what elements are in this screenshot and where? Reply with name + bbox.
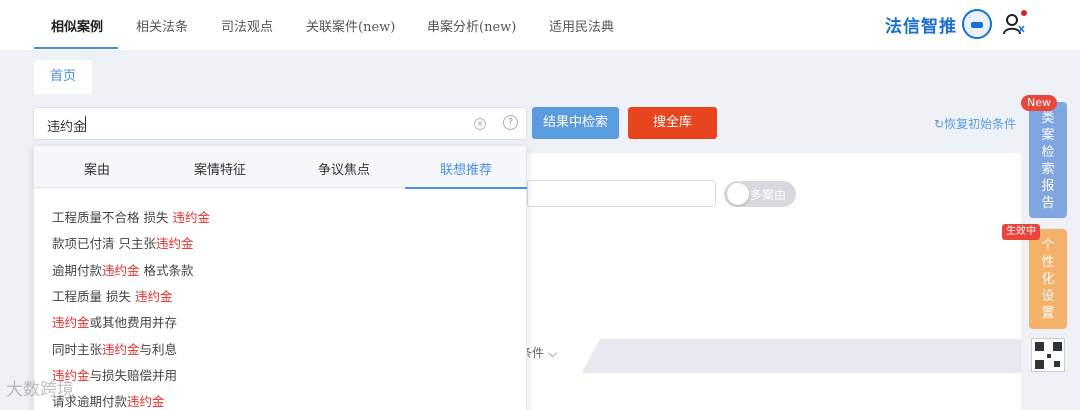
- cause-filter-input[interactable]: [527, 180, 716, 207]
- clear-icon[interactable]: ×: [474, 118, 486, 130]
- chevron-down-icon: ⌵: [547, 346, 557, 360]
- suggestion-text: 款项已付清 只主张: [52, 236, 156, 252]
- dropdown-tab-recommendations[interactable]: 联想推荐: [440, 159, 492, 178]
- case-report-label: 类案检索报告: [1041, 111, 1055, 211]
- suggestion-item[interactable]: 工程质量不合格 损失 违约金: [52, 207, 210, 226]
- nav-tab-related-cases[interactable]: 关联案件(new): [306, 16, 395, 35]
- toggle-knob: [727, 183, 749, 205]
- nav-tab-judicial-views[interactable]: 司法观点: [221, 16, 273, 35]
- suggestion-highlight: 违约金: [155, 236, 194, 252]
- suggestion-dropdown: 案由 案情特征 争议焦点 联想推荐 工程质量不合格 损失 违约金 款项已付清 只主…: [33, 145, 527, 410]
- suggestion-item[interactable]: 同时主张违约金与利息: [52, 339, 177, 358]
- search-input-value: 违约金: [47, 120, 87, 135]
- suggestion-item[interactable]: 款项已付清 只主张违约金: [52, 233, 194, 252]
- reset-conditions-link[interactable]: ↻恢复初始条件: [934, 115, 1016, 132]
- search-within-button[interactable]: 结果中检索: [532, 107, 619, 139]
- personal-settings-button[interactable]: 个性化设置: [1029, 229, 1067, 329]
- qr-code[interactable]: [1031, 338, 1065, 372]
- tab-home[interactable]: 首页: [34, 60, 92, 94]
- refresh-icon: ↻: [934, 117, 945, 131]
- suggestion-highlight: 违约金: [172, 210, 210, 225]
- case-report-button[interactable]: 类案检索报告: [1029, 102, 1067, 218]
- suggestion-text: 格式条款: [139, 262, 194, 278]
- suggestion-text: 与损失赔偿并用: [89, 367, 178, 383]
- dropdown-tabs: 案由 案情特征 争议焦点 联想推荐: [34, 146, 527, 189]
- nav-tab-case-series[interactable]: 串案分析(new): [427, 16, 516, 35]
- text-caret: [85, 116, 86, 132]
- new-badge: New: [1021, 95, 1057, 111]
- active-badge: 生效中: [1002, 224, 1040, 240]
- suggestion-text: 工程质量不合格 损失: [52, 210, 173, 225]
- suggestion-text: 与利息: [139, 341, 178, 357]
- brand-logo: 法信智推: [885, 17, 957, 37]
- help-icon[interactable]: ?: [503, 115, 518, 130]
- top-nav: 相似案例 相关法条 司法观点 关联案件(new) 串案分析(new) 适用民法典…: [0, 0, 1080, 50]
- nav-tab-similar-cases[interactable]: 相似案例: [51, 16, 103, 35]
- suggestion-text: 同时主张: [52, 341, 103, 357]
- dropdown-tab-cause[interactable]: 案由: [84, 159, 110, 178]
- suggestion-highlight: 违约金: [52, 315, 90, 331]
- active-tab-underline: [34, 47, 118, 49]
- suggestion-text: 工程质量 损失: [52, 288, 135, 304]
- suggestion-highlight: 违约金: [102, 341, 140, 357]
- search-all-button[interactable]: 搜全库: [628, 107, 717, 139]
- suggestion-highlight: 违约金: [127, 394, 165, 410]
- suggestion-item[interactable]: 违约金或其他费用并存: [52, 312, 177, 331]
- reset-conditions-label: 恢复初始条件: [944, 117, 1017, 131]
- personal-settings-label: 个性化设置: [1041, 238, 1055, 321]
- search-input[interactable]: 违约金: [33, 107, 527, 140]
- dropdown-tab-case-features[interactable]: 案情特征: [194, 159, 246, 178]
- watermark: 大数跨境: [6, 380, 74, 400]
- multi-cause-label: 多案由: [750, 188, 787, 202]
- nav-tab-civil-code[interactable]: 适用民法典: [549, 16, 614, 35]
- suggestion-highlight: 违约金: [134, 288, 173, 304]
- notification-dot: [1021, 10, 1027, 16]
- suggestion-text: 或其他费用并存: [89, 315, 178, 331]
- suggestion-item[interactable]: 逾期付款违约金 格式条款: [52, 260, 194, 279]
- suggestion-highlight: 违约金: [102, 262, 140, 278]
- dropdown-tab-dispute-focus[interactable]: 争议焦点: [318, 159, 370, 178]
- suggestion-text: 逾期付款: [52, 262, 103, 278]
- nav-tab-related-laws[interactable]: 相关法条: [136, 16, 188, 35]
- suggestion-item[interactable]: 工程质量 损失 违约金: [52, 286, 172, 305]
- brand-seal-icon: [962, 9, 992, 39]
- dropdown-active-underline: [405, 187, 527, 189]
